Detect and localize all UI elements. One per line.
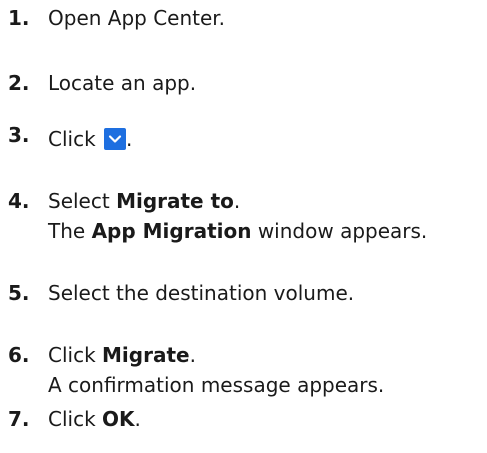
step-5: 5. Select the destination volume. [8,278,483,308]
ui-term: OK [102,407,135,431]
step-text: Select the destination volume. [48,281,355,305]
step-text: window appears. [251,219,428,243]
step-number: 1. [8,6,30,30]
step-number: 5. [8,281,30,305]
step-4: 4. Select Migrate to. The App Migration … [8,186,483,246]
step-text: Click [48,407,103,431]
chevron-down-icon [104,128,127,150]
step-6: 6. Click Migrate. A confirmation message… [8,340,483,400]
instruction-steps: 1. Open App Center. 2. Locate an app. 3.… [0,0,487,453]
step-3: 3. Click . [8,123,483,154]
step-text-suffix: . [126,127,133,151]
ui-term: Migrate [102,343,190,367]
step-text: . [189,343,196,367]
ui-term: App Migration [91,219,252,243]
step-text: Select [48,189,117,213]
step-text: Open App Center. [48,6,226,30]
step-1: 1. Open App Center. [8,3,483,33]
step-number: 2. [8,71,30,95]
step-text: Click [48,343,103,367]
step-text: . [233,189,241,213]
step-line-2: The App Migration window appears. [48,216,483,246]
step-text: The [48,219,92,243]
step-line-1: Select Migrate to. [48,186,483,216]
step-number: 4. [8,189,30,213]
step-number: 7. [8,407,30,431]
step-line-1: Click Migrate. [48,340,483,370]
step-line-2: A confirmation message appears. [48,373,385,397]
step-text-prefix: Click [48,127,103,151]
step-text: . [134,407,141,431]
step-7: 7. Click OK. [8,404,483,434]
step-number: 6. [8,343,30,367]
step-text: Locate an app. [48,71,197,95]
ui-term: Migrate to [116,189,234,213]
step-2: 2. Locate an app. [8,68,483,98]
step-number: 3. [8,123,30,147]
